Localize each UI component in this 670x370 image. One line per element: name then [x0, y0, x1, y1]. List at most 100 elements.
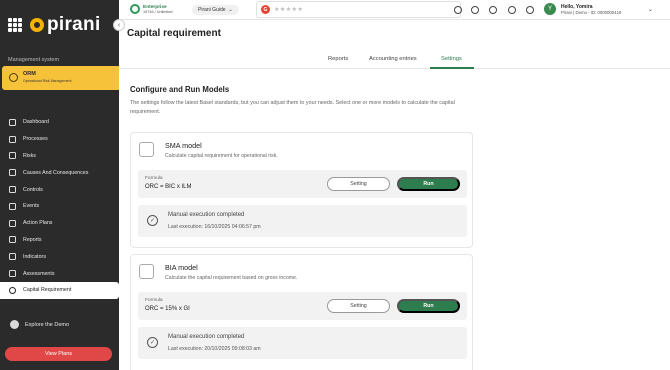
app: pirani Management system ORM Operational… — [0, 0, 670, 370]
plan-usage: 15746 / Unlimited — [143, 9, 173, 14]
apps-grid-icon[interactable] — [8, 18, 22, 32]
model-title: BIA model — [165, 263, 198, 272]
sidebar-item-capital-requirement[interactable]: Capital Requirement — [0, 281, 119, 299]
model-card-bia: BIA model Calculate the capital requirem… — [130, 254, 473, 370]
avatar: Y — [544, 3, 556, 15]
module-title: ORM — [23, 71, 36, 77]
sidebar-item-label: Indicators — [23, 253, 46, 260]
gear-icon[interactable] — [508, 6, 516, 14]
section-title: Configure and Run Models — [130, 85, 230, 94]
sidebar-item-dashboard[interactable]: Dashboard — [0, 114, 119, 131]
execution-title: Manual execution completed — [168, 212, 245, 218]
collapse-sidebar-button[interactable]: ‹ — [113, 19, 125, 31]
money-bag-icon — [139, 264, 154, 279]
pirani-guide-dropdown[interactable]: Pirani Guide ⌄ — [192, 5, 239, 15]
view-plans-button[interactable]: View Plans — [5, 347, 112, 361]
guide-label: Pirani Guide — [198, 7, 226, 13]
check-circle-icon: ✓ — [147, 337, 158, 348]
sidebar-item-risks[interactable]: Risks — [0, 148, 119, 165]
model-description: Calculate the capital requirement based … — [165, 275, 298, 281]
action-plans-icon — [9, 219, 16, 227]
run-button[interactable]: Run — [397, 177, 460, 191]
events-icon — [9, 202, 16, 210]
check-circle-icon: ✓ — [147, 215, 158, 226]
capital-icon — [9, 286, 16, 294]
sparkle-icon[interactable] — [526, 6, 534, 14]
tab-accounting-entries[interactable]: Accounting entries — [369, 56, 417, 62]
tab-settings[interactable]: Settings — [441, 56, 462, 62]
sidebar-item-label: Assessments — [23, 270, 55, 277]
sidebar-item-label: Capital Requirement — [23, 287, 72, 294]
explore-demo-link[interactable]: Explore the Demo — [10, 320, 69, 329]
logo-text: pirani — [47, 14, 101, 35]
sidebar-item-indicators[interactable]: Indicators — [0, 248, 119, 265]
module-subtitle: Operational Risk Management — [23, 79, 72, 83]
active-tab-indicator — [430, 67, 474, 69]
formula-box: Formula ORC = 15% x GI Setting Run — [138, 292, 467, 320]
sidebar-item-label: Controls — [23, 186, 43, 193]
execution-title: Manual execution completed — [168, 334, 245, 340]
sidebar-nav: Dashboard Processes Risks Causes And Con… — [0, 114, 119, 299]
sidebar-item-label: Causes And Consequences — [23, 169, 89, 176]
controls-icon — [9, 186, 16, 194]
main-content: Capital requirement Reports Accounting e… — [119, 20, 670, 370]
avatar-icon — [10, 320, 19, 329]
dashboard-icon — [9, 118, 16, 126]
page-title: Capital requirement — [127, 28, 221, 39]
run-button[interactable]: Run — [397, 299, 460, 313]
module-card-orm[interactable]: ORM Operational Risk Management — [2, 66, 125, 90]
sidebar-item-assessments[interactable]: Assessments — [0, 265, 119, 282]
rating-widget[interactable]: G ★★★★★ — [256, 1, 461, 18]
sidebar: pirani Management system ORM Operational… — [0, 0, 125, 370]
topbar: Enterprise 15746 / Unlimited Pirani Guid… — [119, 0, 670, 20]
sidebar-item-controls[interactable]: Controls — [0, 181, 119, 198]
chevron-down-icon[interactable]: ⌄ — [648, 6, 653, 13]
formula-box: Formula ORC = BIC x ILM Setting Run — [138, 170, 467, 198]
execution-status: ✓ Manual execution completed Last execut… — [138, 205, 467, 237]
shield-icon — [9, 73, 18, 82]
sidebar-item-reports[interactable]: Reports — [0, 232, 119, 249]
section-label: Management system — [8, 57, 60, 63]
rating-stars[interactable]: ★★★★★ — [274, 6, 303, 13]
reports-icon — [9, 236, 16, 244]
formula-value: ORC = 15% x GI — [145, 306, 190, 312]
plan-icon — [130, 4, 140, 14]
indicators-icon — [9, 253, 16, 261]
sidebar-item-causes[interactable]: Causes And Consequences — [0, 164, 119, 181]
sidebar-item-label: Risks — [23, 152, 36, 159]
tabs: Reports Accounting entries Settings — [119, 52, 670, 69]
user-org: Pirani | Demo - ID: 0000000419 — [561, 9, 622, 15]
chevron-down-icon: ⌄ — [228, 7, 233, 13]
sidebar-item-label: Events — [23, 203, 40, 210]
tab-reports[interactable]: Reports — [328, 56, 348, 62]
sidebar-item-label: Processes — [23, 136, 48, 143]
help-icon[interactable] — [471, 6, 479, 14]
explore-label: Explore the Demo — [25, 321, 70, 328]
risks-icon — [9, 152, 16, 160]
setting-button[interactable]: Setting — [327, 177, 390, 191]
formula-label: Formula — [145, 298, 163, 303]
chevron-left-icon: ‹ — [117, 21, 121, 29]
brand: pirani — [8, 14, 101, 36]
sidebar-item-processes[interactable]: Processes — [0, 131, 119, 148]
sidebar-item-label: Reports — [23, 236, 42, 243]
scale-icon — [139, 142, 154, 157]
sidebar-item-events[interactable]: Events — [0, 198, 119, 215]
sidebar-item-action-plans[interactable]: Action Plans — [0, 215, 119, 232]
assessments-icon — [9, 270, 16, 278]
bell-icon[interactable] — [489, 6, 497, 14]
last-execution: Last execution: 20/10/2025 09:08:03 am — [168, 346, 261, 352]
formula-label: Formula — [145, 176, 163, 181]
g2-logo-icon: G — [261, 5, 270, 14]
sidebar-item-label: Dashboard — [23, 119, 49, 126]
last-execution: Last execution: 16/10/2025 04:06:57 pm — [168, 224, 261, 230]
formula-value: ORC = BIC x ILM — [145, 184, 192, 190]
add-user-icon[interactable] — [454, 6, 462, 14]
causes-icon — [9, 169, 16, 177]
setting-button[interactable]: Setting — [327, 299, 390, 313]
logo-icon — [30, 18, 44, 32]
plan-badge[interactable]: Enterprise 15746 / Unlimited — [130, 4, 173, 14]
model-title: SMA model — [165, 141, 202, 150]
user-menu[interactable]: Y Hello, Yomira Pirani | Demo - ID: 0000… — [544, 3, 621, 15]
processes-icon — [9, 135, 16, 143]
